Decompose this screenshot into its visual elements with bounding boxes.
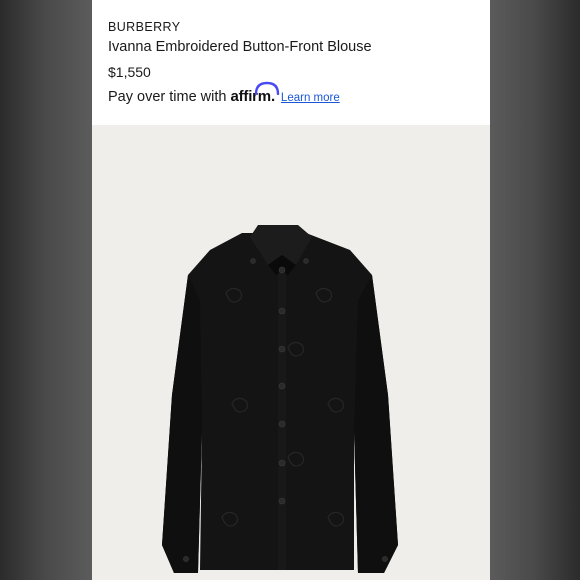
financing-row: Pay over time with affirm. Learn more — [108, 81, 340, 108]
left-sleeve — [162, 275, 202, 573]
right-sleeve — [354, 275, 398, 573]
affirm-arc-icon — [255, 81, 280, 95]
listing-card: BURBERRY Ivanna Embroidered Button-Front… — [92, 0, 490, 580]
product-info-panel: BURBERRY Ivanna Embroidered Button-Front… — [92, 0, 490, 125]
learn-more-link[interactable]: Learn more — [281, 92, 340, 104]
product-price: $1,550 — [108, 64, 151, 80]
blouse-image — [162, 225, 398, 573]
brand-name[interactable]: BURBERRY — [108, 20, 180, 34]
financing-prefix: Pay over time with — [108, 89, 227, 105]
product-title: Ivanna Embroidered Button-Front Blouse — [108, 39, 372, 55]
affirm-logo: affirm. — [230, 81, 280, 105]
product-photo[interactable] — [92, 125, 490, 580]
